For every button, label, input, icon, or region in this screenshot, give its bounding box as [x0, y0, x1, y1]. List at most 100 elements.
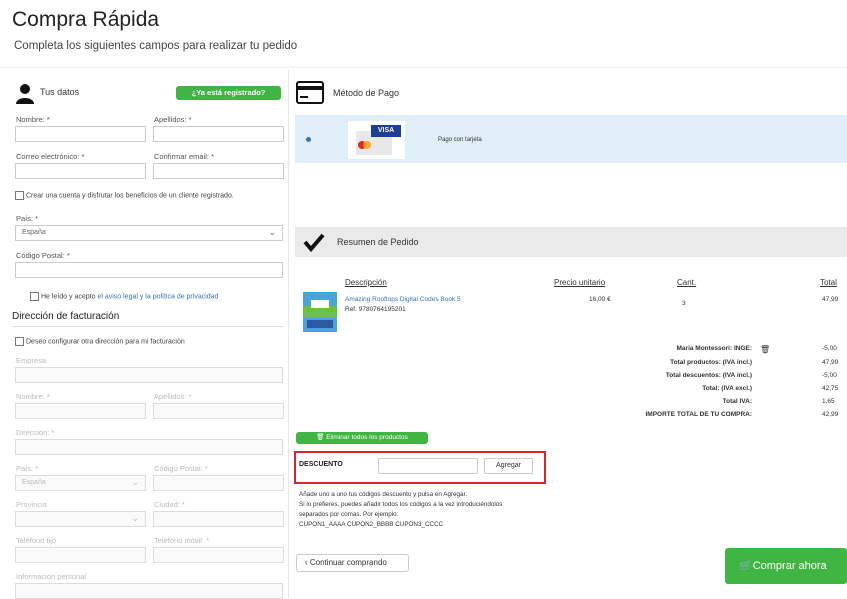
billing-company-input[interactable] — [15, 367, 283, 383]
billing-check-row[interactable]: Deseo configurar otra dirección para mi … — [15, 337, 185, 346]
discount-line-label: Maria Montessori: INGE: — [676, 345, 752, 352]
billing-city-label: Ciudad: * — [154, 500, 185, 509]
delete-all-products-button[interactable]: 🗑 Eliminar todos los productos — [296, 432, 428, 444]
name-input[interactable] — [15, 126, 146, 142]
total-excl-value: 42,75 — [822, 385, 839, 392]
email-label: Correo electrónico: * — [16, 152, 85, 161]
billing-surname-label: Apellidos: * — [154, 392, 192, 401]
total-discounts-value: -5,00 — [822, 372, 837, 379]
billing-postal-input[interactable] — [153, 475, 284, 491]
total-excl-label: Total: (IVA excl.) — [702, 385, 752, 392]
legal-checkbox[interactable] — [30, 292, 39, 301]
product-total: 47,99 — [822, 296, 839, 303]
billing-info-label: Información personal — [16, 572, 87, 581]
billing-city-input[interactable] — [153, 511, 284, 527]
billing-province-label: Provincia — [16, 500, 47, 509]
page-title: Compra Rápida — [12, 8, 160, 31]
add-discount-button[interactable]: Agregar — [484, 458, 533, 474]
confirm-email-input[interactable] — [153, 163, 284, 179]
discount-line-value: -5,00 — [822, 345, 837, 352]
legal-link[interactable]: el aviso legal y la política de privacid… — [97, 293, 218, 300]
discount-help-line: Si lo prefieres, puedes añadir todos los… — [299, 501, 503, 508]
billing-address-input[interactable] — [15, 439, 283, 455]
col-description: Descripción — [345, 278, 387, 287]
confirm-email-label: Confirmar email: * — [154, 152, 215, 161]
chevron-left-icon: ‹ — [305, 558, 308, 567]
billing-postal-label: Código Postal: * — [154, 464, 208, 473]
total-products-label: Total productos: (IVA incl.) — [670, 359, 752, 366]
discount-label: DESCUENTO — [299, 461, 343, 468]
billing-country-select[interactable]: España ⌄ — [15, 475, 146, 491]
col-unit-price: Precio unitario — [554, 278, 606, 287]
billing-title: Dirección de facturación — [12, 311, 120, 322]
billing-divider — [12, 326, 284, 327]
country-select[interactable]: España ⌄ — [15, 225, 283, 241]
product-unit-price: 16,00 € — [589, 296, 611, 303]
cart-icon: 🛒 — [739, 560, 753, 572]
total-discounts-label: Total descuentos: (IVA incl.) — [665, 372, 752, 379]
visa-label: VISA — [371, 125, 401, 137]
col-total: Total — [820, 278, 837, 287]
column-divider — [288, 70, 289, 598]
chevron-down-icon: ⌄ — [131, 513, 139, 523]
user-icon — [14, 82, 36, 104]
billing-province-select[interactable]: ⌄ — [15, 511, 146, 527]
col-quantity: Cant. — [677, 278, 697, 287]
product-quantity[interactable]: 3 — [682, 300, 686, 307]
discount-help-line: separados por comas. Por ejemplo: — [299, 511, 399, 518]
payment-radio[interactable] — [306, 137, 311, 142]
already-registered-button[interactable]: ¿Ya está registrado? — [176, 86, 281, 100]
billing-info-input[interactable] — [15, 583, 283, 599]
delete-all-label: Eliminar todos los productos — [326, 434, 408, 441]
payment-title: Método de Pago — [333, 88, 400, 98]
trash-icon: 🗑 — [316, 434, 325, 441]
discount-help-example: CUPON1_AAAA CUPON2_BBBB CUPON3_CCCC — [299, 521, 444, 528]
grand-total-value: 42,99 — [822, 411, 839, 418]
discount-help: Añade uno a uno tus códigos descuento y … — [299, 490, 502, 530]
grand-total-label: IMPORTE TOTAL DE TU COMPRA: — [645, 411, 752, 418]
totals-block: Maria Montessori: INGE: 🗑 -5,00 Total pr… — [560, 345, 847, 425]
billing-name-label: Nombre: * — [16, 392, 50, 401]
discount-code-input[interactable] — [378, 458, 478, 474]
legal-row[interactable]: He leído y acepto el aviso legal y la po… — [30, 292, 218, 301]
your-data-heading: Tus datos — [40, 87, 80, 97]
billing-surname-input[interactable] — [153, 403, 284, 419]
billing-checkbox[interactable] — [15, 337, 24, 346]
postal-input[interactable] — [15, 262, 283, 278]
checkmark-icon — [303, 232, 325, 253]
billing-company-label: Empresa — [16, 356, 47, 365]
create-account-text: Crear una cuenta y disfrutar los benefic… — [26, 192, 234, 200]
name-label: Nombre: * — [16, 115, 50, 124]
product-ref: Ref. 9780764195201 — [345, 306, 406, 313]
total-products-value: 47,99 — [822, 359, 839, 366]
create-account-checkbox[interactable] — [15, 191, 24, 200]
billing-country-label: País: * — [16, 464, 39, 473]
payment-option[interactable]: VISA Pago con tarjeta — [295, 115, 847, 163]
discount-help-line: Añade uno a uno tus códigos descuento y … — [299, 491, 468, 498]
product-name-link[interactable]: Amazing Rooftops Digital Codes Book 5 — [345, 296, 461, 303]
discount-box: DESCUENTO Agregar — [294, 451, 546, 484]
billing-address-label: Dirección: * — [16, 428, 55, 437]
postal-label: Código Postal: * — [16, 251, 70, 260]
create-account-row[interactable]: Crear una cuenta y disfrutar los benefic… — [15, 191, 255, 200]
product-thumbnail[interactable] — [303, 292, 337, 332]
summary-header: Resumen de Pedido — [295, 227, 847, 257]
billing-phone-input[interactable] — [15, 547, 146, 563]
surname-input[interactable] — [153, 126, 284, 142]
header-divider — [0, 67, 847, 68]
surname-label: Apellidos: * — [154, 115, 192, 124]
page-subtitle: Completa los siguientes campos para real… — [14, 40, 298, 52]
billing-mobile-label: Teléfono móvil: * — [154, 536, 210, 545]
billing-name-input[interactable] — [15, 403, 146, 419]
trash-icon[interactable]: 🗑 — [760, 345, 770, 354]
country-label: País: * — [16, 214, 39, 223]
total-vat-label: Total IVA: — [722, 398, 752, 405]
legal-prefix: He leído y acepto — [41, 293, 96, 301]
chevron-down-icon: ⌄ — [268, 227, 276, 237]
buy-now-label: Comprar ahora — [752, 560, 827, 572]
billing-mobile-input[interactable] — [153, 547, 284, 563]
continue-shopping-button[interactable]: ‹ Continuar comprando — [296, 554, 409, 572]
billing-country-value: España — [22, 479, 46, 486]
buy-now-button[interactable]: 🛒Comprar ahora — [725, 548, 847, 584]
email-input[interactable] — [15, 163, 146, 179]
